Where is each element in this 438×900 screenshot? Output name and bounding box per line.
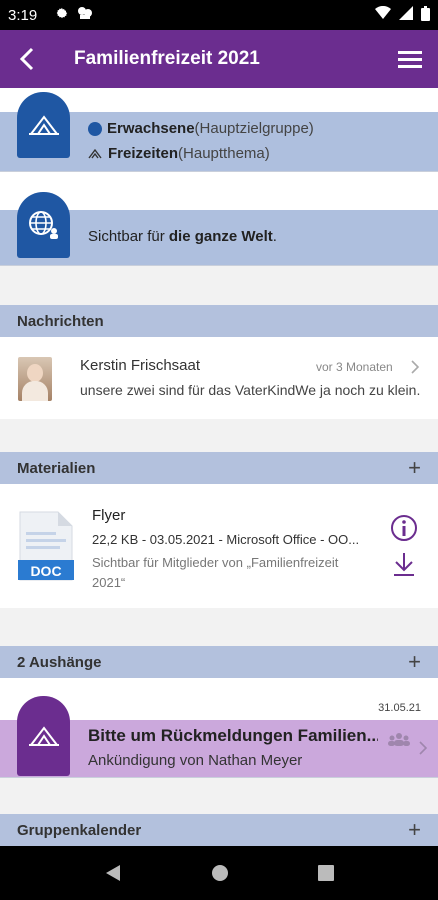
news-preview: unsere zwei sind für das VaterKindWe ja … xyxy=(80,382,420,398)
doc-file-icon: DOC xyxy=(18,510,74,582)
audience-line: Erwachsene (Hauptzielgruppe) xyxy=(88,120,314,137)
notice-badge xyxy=(17,696,70,776)
theme-line: Freizeiten (Hauptthema) xyxy=(88,145,270,162)
hamburger-menu-icon xyxy=(398,51,422,68)
chevron-right-icon xyxy=(419,741,428,755)
globe-users-icon xyxy=(28,211,58,239)
topic-card[interactable]: Erwachsene (Hauptzielgruppe) Freizeiten … xyxy=(0,92,438,172)
theme-label: Freizeiten xyxy=(108,145,179,162)
tent-icon xyxy=(28,726,59,746)
visibility-text: Sichtbar für die ganze Welt. xyxy=(88,228,277,245)
notice-item[interactable]: Bitte um Rückmeldungen Familien... Ankün… xyxy=(0,696,438,778)
notice-subtitle: Ankündigung von Nathan Meyer xyxy=(88,752,303,769)
app-status-icon xyxy=(77,6,93,24)
status-bar: 3:19 xyxy=(0,0,438,30)
visibility-suffix: . xyxy=(272,228,277,245)
tent-small-icon xyxy=(88,148,102,158)
app-bar: Familienfreizeit 2021 xyxy=(0,30,438,88)
material-item[interactable]: DOC Flyer 22,2 KB - 03.05.2021 - Microso… xyxy=(0,484,438,608)
chevron-right-icon xyxy=(411,360,420,374)
settings-status-icon xyxy=(55,6,69,24)
signal-icon xyxy=(399,6,413,24)
back-button[interactable] xyxy=(0,30,56,88)
info-icon[interactable] xyxy=(390,514,418,542)
file-visibility-1: Sichtbar für Mitglieder von „Familienfre… xyxy=(92,555,339,570)
materials-header-label: Materialien xyxy=(17,459,96,477)
add-event-button[interactable]: + xyxy=(408,817,421,843)
news-section-header: Nachrichten xyxy=(0,305,438,337)
news-author: Kerstin Frischsaat xyxy=(80,357,201,374)
audience-suffix: (Hauptzielgruppe) xyxy=(194,120,314,137)
camp-topic-badge xyxy=(17,92,70,158)
add-notice-button[interactable]: + xyxy=(408,649,421,675)
nav-home-icon[interactable] xyxy=(211,864,229,882)
file-name: Flyer xyxy=(92,507,126,524)
news-item[interactable]: Kerstin Frischsaat vor 3 Monaten unsere … xyxy=(0,337,438,419)
notices-section-header: 2 Aushänge + xyxy=(0,646,438,678)
news-header-label: Nachrichten xyxy=(17,312,104,330)
audience-label: Erwachsene xyxy=(107,120,195,137)
file-visibility-2: 2021“ xyxy=(92,575,126,590)
tent-icon xyxy=(28,115,59,135)
file-type-label: DOC xyxy=(30,563,62,579)
notice-date: 31.05.21 xyxy=(378,702,421,714)
wifi-icon xyxy=(375,5,391,24)
notice-title: Bitte um Rückmeldungen Familien... xyxy=(88,726,378,745)
add-material-button[interactable]: + xyxy=(408,455,421,481)
scroll-content[interactable]: Erwachsene (Hauptzielgruppe) Freizeiten … xyxy=(0,88,438,846)
calendar-header-label: Gruppenkalender xyxy=(17,821,142,839)
group-icon xyxy=(388,733,410,746)
menu-button[interactable] xyxy=(382,30,438,88)
nav-back-icon[interactable] xyxy=(104,864,122,882)
visibility-badge xyxy=(17,192,70,258)
status-time: 3:19 xyxy=(8,6,38,24)
chevron-left-icon xyxy=(19,47,34,71)
visibility-prefix: Sichtbar für xyxy=(88,228,169,245)
materials-section-header: Materialien + xyxy=(0,452,438,484)
news-time: vor 3 Monaten xyxy=(316,360,393,374)
theme-suffix: (Hauptthema) xyxy=(178,145,270,162)
notices-header-label: 2 Aushänge xyxy=(17,653,102,671)
visibility-card[interactable]: Sichtbar für die ganze Welt. xyxy=(0,192,438,266)
circle-audience-icon xyxy=(88,121,102,136)
avatar xyxy=(18,357,52,401)
system-nav-bar xyxy=(0,846,438,900)
calendar-section-header: Gruppenkalender + xyxy=(0,814,438,846)
page-title: Familienfreizeit 2021 xyxy=(74,48,260,69)
download-icon[interactable] xyxy=(392,551,416,577)
visibility-scope: die ganze Welt xyxy=(168,228,273,245)
battery-icon xyxy=(421,5,430,25)
file-meta: 22,2 KB - 03.05.2021 - Microsoft Office … xyxy=(92,532,360,547)
nav-recents-icon[interactable] xyxy=(317,865,334,881)
